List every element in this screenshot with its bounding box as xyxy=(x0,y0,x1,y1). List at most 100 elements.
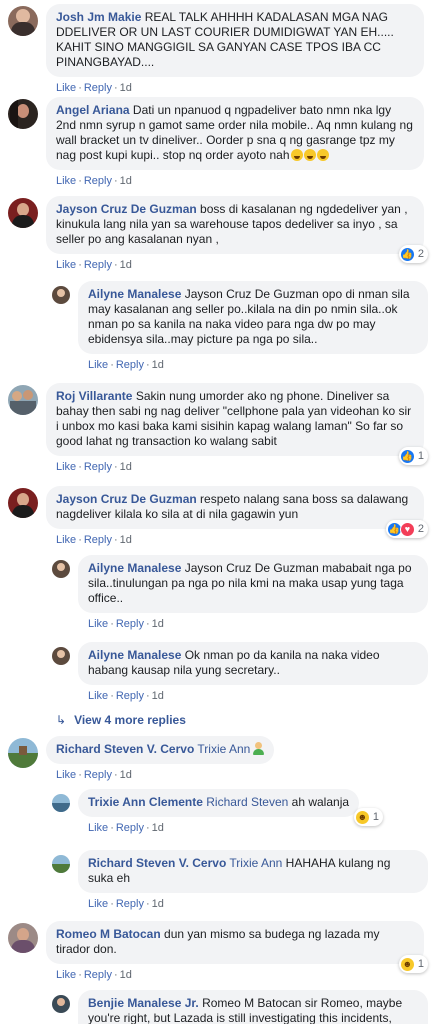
view-more-replies-link[interactable]: ↳ View 4 more replies xyxy=(0,711,448,733)
separator: · xyxy=(110,822,114,834)
reaction-summary[interactable]: 👍 2 xyxy=(398,245,428,263)
separator: · xyxy=(78,969,82,981)
separator: · xyxy=(78,461,82,473)
timestamp[interactable]: 1d xyxy=(120,534,132,546)
reply-link[interactable]: Reply xyxy=(84,969,112,981)
avatar[interactable] xyxy=(8,923,38,953)
comment-body: Roj Villarante Sakin nung umorder ako ng… xyxy=(46,383,448,476)
author-name[interactable]: Richard Steven V. Cervo xyxy=(56,742,194,756)
like-link[interactable]: Like xyxy=(56,461,76,473)
author-name[interactable]: Ailyne Manalese xyxy=(88,561,181,575)
timestamp[interactable]: 1d xyxy=(152,898,164,910)
separator: · xyxy=(145,898,150,910)
comment-actions: Like · Reply · 1d xyxy=(78,613,448,633)
view-more-replies-label[interactable]: View 4 more replies xyxy=(74,713,186,727)
reply: Ailyne Manalese Ok nman po da kanila na … xyxy=(0,642,448,708)
reply-link[interactable]: Reply xyxy=(84,534,112,546)
reply-link[interactable]: Reply xyxy=(84,259,112,271)
author-name[interactable]: Romeo M Batocan xyxy=(56,927,161,941)
mention-link[interactable]: Trixie Ann xyxy=(229,856,282,870)
like-link[interactable]: Like xyxy=(56,259,76,271)
like-link[interactable]: Like xyxy=(88,898,108,910)
reply-link[interactable]: Reply xyxy=(116,618,144,630)
like-reaction-icon: 👍 xyxy=(399,448,415,464)
avatar[interactable] xyxy=(8,99,38,129)
comment-actions: Like · Reply · 1d xyxy=(46,170,448,190)
timestamp[interactable]: 1d xyxy=(120,82,132,94)
like-link[interactable]: Like xyxy=(56,534,76,546)
like-link[interactable]: Like xyxy=(88,690,108,702)
reply-link[interactable]: Reply xyxy=(116,822,144,834)
avatar[interactable] xyxy=(52,794,70,812)
reply: Ailyne Manalese Jayson Cruz De Guzman ma… xyxy=(0,555,448,637)
avatar[interactable] xyxy=(8,488,38,518)
reply-link[interactable]: Reply xyxy=(84,82,112,94)
author-name[interactable]: Benjie Manalese Jr. xyxy=(88,996,199,1010)
like-link[interactable]: Like xyxy=(56,769,76,781)
mention-link[interactable]: Richard Steven xyxy=(206,795,288,809)
comment: Jayson Cruz De Guzman boss di kasalanan … xyxy=(0,196,448,276)
reply-link[interactable]: Reply xyxy=(116,690,144,702)
reply-link[interactable]: Reply xyxy=(84,175,112,187)
timestamp[interactable]: 1d xyxy=(120,175,132,187)
author-name[interactable]: Josh Jm Makie xyxy=(56,10,141,24)
reaction-summary[interactable]: 👍 1 xyxy=(398,447,428,465)
laughing-tears-emoji xyxy=(316,149,329,161)
reaction-summary[interactable]: ☻ 1 xyxy=(353,808,384,826)
like-link[interactable]: Like xyxy=(56,175,76,187)
like-link[interactable]: Like xyxy=(88,618,108,630)
author-name[interactable]: Ailyne Manalese xyxy=(88,648,181,662)
separator: · xyxy=(113,82,118,94)
avatar[interactable] xyxy=(8,738,38,768)
author-name[interactable]: Jayson Cruz De Guzman xyxy=(56,492,197,506)
separator: · xyxy=(78,769,82,781)
author-name[interactable]: Jayson Cruz De Guzman xyxy=(56,202,197,216)
like-link[interactable]: Like xyxy=(88,822,108,834)
like-link[interactable]: Like xyxy=(88,359,108,371)
reply: Richard Steven V. Cervo Trixie Ann HAHAH… xyxy=(0,850,448,916)
separator: · xyxy=(110,690,114,702)
comment-body: Richard Steven V. Cervo Trixie Ann Like ·… xyxy=(46,736,448,784)
comment-actions: Like · Reply · 1d xyxy=(78,354,448,374)
comment-actions: Like · Reply · 1d xyxy=(46,964,448,984)
avatar[interactable] xyxy=(8,198,38,228)
like-link[interactable]: Like xyxy=(56,969,76,981)
reply-link[interactable]: Reply xyxy=(84,769,112,781)
comment-bubble: Jayson Cruz De Guzman respeto nalang san… xyxy=(46,486,428,538)
timestamp[interactable]: 1d xyxy=(120,461,132,473)
timestamp[interactable]: 1d xyxy=(120,969,132,981)
like-link[interactable]: Like xyxy=(56,82,76,94)
timestamp[interactable]: 1d xyxy=(152,618,164,630)
author-name[interactable]: Ailyne Manalese xyxy=(88,287,181,301)
comment-body: Trixie Ann Clemente Richard Steven ah wa… xyxy=(78,789,448,837)
avatar[interactable] xyxy=(8,6,38,36)
avatar[interactable] xyxy=(52,855,70,873)
reply-link[interactable]: Reply xyxy=(116,898,144,910)
reply-arrow-icon: ↳ xyxy=(56,713,67,727)
timestamp[interactable]: 1d xyxy=(152,690,164,702)
avatar[interactable] xyxy=(52,560,70,578)
timestamp[interactable]: 1d xyxy=(152,359,164,371)
reaction-count: 1 xyxy=(417,449,424,462)
comment-bubble: Jayson Cruz De Guzman boss di kasalanan … xyxy=(46,196,428,263)
mention-link[interactable]: Trixie Ann xyxy=(197,742,250,756)
reply-link[interactable]: Reply xyxy=(116,359,144,371)
timestamp[interactable]: 1d xyxy=(120,259,132,271)
timestamp[interactable]: 1d xyxy=(152,822,164,834)
timestamp[interactable]: 1d xyxy=(120,769,132,781)
author-name[interactable]: Angel Ariana xyxy=(56,103,130,117)
comment-bubble: Richard Steven V. Cervo Trixie Ann HAHAH… xyxy=(78,850,428,893)
reply-link[interactable]: Reply xyxy=(84,461,112,473)
reaction-summary[interactable]: ☻ 1 xyxy=(398,955,428,973)
comment-bubble: Ailyne Manalese Jayson Cruz De Guzman op… xyxy=(78,281,428,354)
avatar[interactable] xyxy=(8,385,38,415)
author-name[interactable]: Roj Villarante xyxy=(56,389,132,403)
avatar[interactable] xyxy=(52,647,70,665)
reaction-summary[interactable]: 👍 ♥ 2 xyxy=(385,520,428,538)
comment-actions: Like · Reply · 1d xyxy=(78,817,448,837)
separator: · xyxy=(113,969,118,981)
avatar[interactable] xyxy=(52,995,70,1013)
author-name[interactable]: Trixie Ann Clemente xyxy=(88,795,203,809)
avatar[interactable] xyxy=(52,286,70,304)
author-name[interactable]: Richard Steven V. Cervo xyxy=(88,856,226,870)
